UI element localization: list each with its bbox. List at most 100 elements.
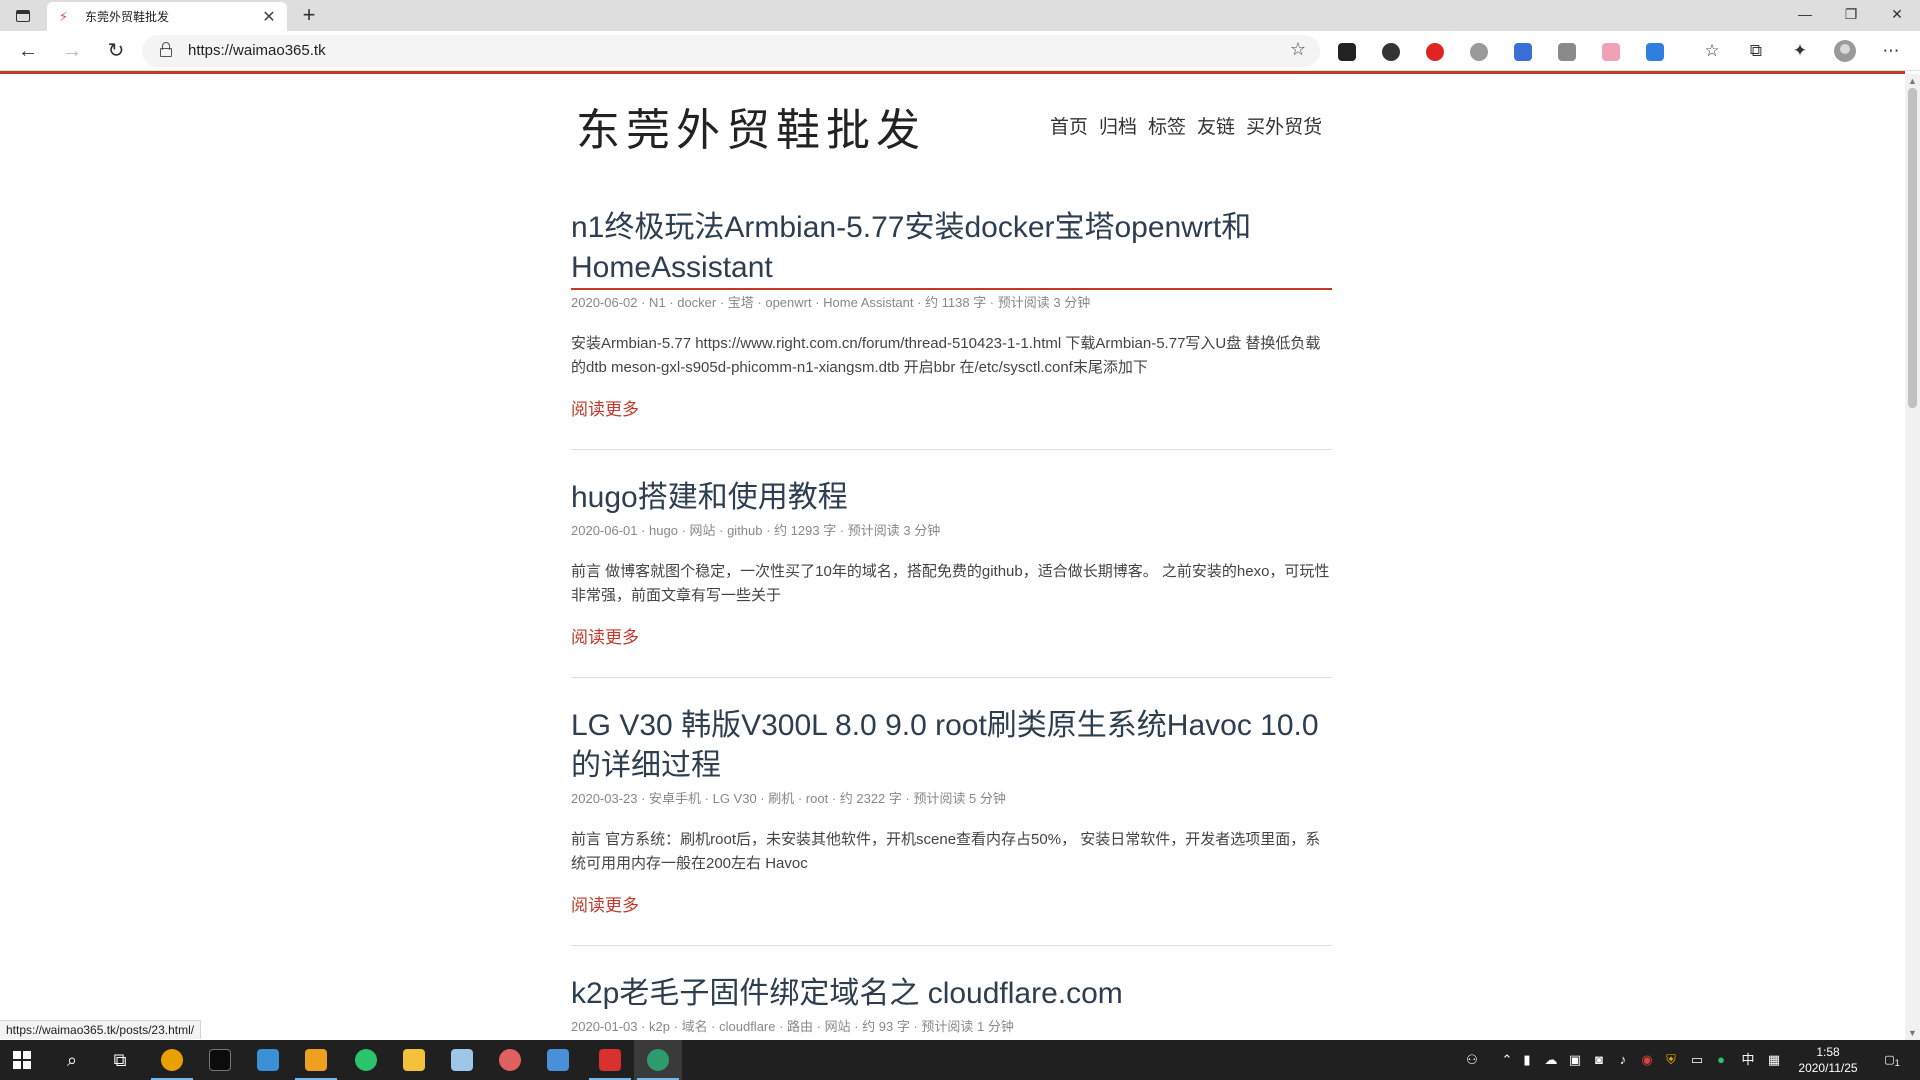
tab-active[interactable]: ⚡ 东莞外贸鞋批发 ✕ — [47, 2, 287, 31]
notepad-app-icon[interactable] — [438, 1040, 486, 1080]
post-divider — [571, 677, 1332, 678]
volume-icon[interactable]: ♪ — [1614, 1040, 1632, 1080]
post-meta: 2020-06-02 · N1 · docker · 宝塔 · openwrt … — [571, 295, 1091, 310]
scroll-up-icon[interactable]: ▲ — [1908, 76, 1917, 86]
forward-button[interactable]: → — [56, 35, 88, 67]
tab-title: 东莞外贸鞋批发 — [85, 10, 170, 24]
read-more-link[interactable]: 阅读更多 — [571, 894, 639, 918]
post-meta: 2020-03-23 · 安卓手机 · LG V30 · 刷机 · root ·… — [571, 791, 1006, 806]
nav-item-shop[interactable]: 买外贸货 — [1246, 112, 1322, 139]
tab-bar: ⚡ 东莞外贸鞋批发 ✕ + — ❐ ✕ — [0, 0, 1920, 31]
minimize-button[interactable]: — — [1782, 0, 1828, 31]
site-favicon-icon: ⚡ — [59, 8, 69, 24]
notification-count: 1 — [1894, 1058, 1900, 1069]
paint-app-icon[interactable] — [486, 1040, 534, 1080]
clock-date: 2020/11/25 — [1798, 1061, 1858, 1075]
new-tab-button[interactable]: + — [296, 3, 322, 29]
post-divider — [571, 449, 1332, 450]
site-nav: 首页 归档 标签 友链 买外贸货 — [1050, 112, 1322, 139]
edge-dev-icon[interactable] — [634, 1040, 682, 1080]
post-item: hugo搭建和使用教程 2020-06-01 · hugo · 网站 · git… — [571, 478, 1332, 678]
nav-item-tags[interactable]: 标签 — [1148, 112, 1186, 139]
post-title[interactable]: n1终极玩法Armbian-5.77安装docker宝塔openwrt和Home… — [571, 208, 1332, 290]
post-title[interactable]: hugo搭建和使用教程 — [571, 478, 1332, 518]
task-view-icon[interactable]: ⧉ — [96, 1040, 144, 1080]
favorites-icon[interactable]: ☆ — [1699, 38, 1725, 64]
onedrive-icon[interactable]: ☁ — [1542, 1040, 1560, 1080]
clock-time: 1:58 — [1816, 1045, 1840, 1059]
wechat-icon[interactable] — [342, 1040, 390, 1080]
post-meta: 2020-06-01 · hugo · 网站 · github · 约 1293… — [571, 523, 941, 538]
post-list: n1终极玩法Armbian-5.77安装docker宝塔openwrt和Home… — [571, 208, 1332, 1036]
page-viewport: 东莞外贸鞋批发 首页 归档 标签 友链 买外贸货 n1终极玩法Armbian-5… — [0, 74, 1905, 1040]
windows-taskbar: ⌕ ⧉ ⚇ ⌃ ▮ ☁ ▣ ◙ ♪ ◉ ⛨ ▭ ● 中 ▦ 1:58 2020/… — [0, 1040, 1920, 1080]
action-center-icon[interactable]: ▢1 — [1878, 1040, 1906, 1080]
ime-mode-icon[interactable]: ▦ — [1764, 1040, 1784, 1080]
address-bar[interactable]: https://waimao365.tk ☆ — [142, 35, 1320, 67]
terminal-app-icon[interactable] — [196, 1040, 244, 1080]
tray-app-icon[interactable]: ▣ — [1566, 1040, 1584, 1080]
tray-bookmark-icon[interactable]: ▮ — [1518, 1040, 1536, 1080]
post-divider — [571, 945, 1332, 946]
post-excerpt: 安装Armbian-5.77 https://www.right.com.cn/… — [571, 335, 1321, 376]
extension-icon-2[interactable] — [1382, 43, 1400, 61]
address-url[interactable]: https://waimao365.tk — [188, 35, 326, 67]
browser-toolbar: ← → ↻ https://waimao365.tk ☆ ☆ ⧉ ✦ ⋯ — [0, 31, 1920, 71]
maximize-button[interactable]: ❐ — [1828, 0, 1874, 31]
page-scrollbar[interactable]: ▲ ▼ — [1905, 74, 1920, 1040]
start-button[interactable] — [13, 1051, 31, 1069]
read-more-link[interactable]: 阅读更多 — [571, 626, 639, 650]
read-more-link[interactable]: 阅读更多 — [571, 398, 639, 422]
scrollbar-thumb[interactable] — [1908, 88, 1917, 408]
nav-item-archive[interactable]: 归档 — [1099, 112, 1137, 139]
refresh-button[interactable]: ↻ — [100, 35, 132, 67]
post-meta: 2020-01-03 · k2p · 域名 · cloudflare · 路由 … — [571, 1019, 1014, 1034]
extension-icon-7[interactable] — [1602, 43, 1620, 61]
tray-cloud-icon[interactable]: ◙ — [1590, 1040, 1608, 1080]
close-window-button[interactable]: ✕ — [1874, 0, 1920, 31]
add-favorite-icon[interactable]: ☆ — [1290, 39, 1306, 60]
tab-close-icon[interactable]: ✕ — [259, 7, 279, 27]
app-icon-blue[interactable] — [534, 1040, 582, 1080]
post-excerpt: 前言 做博客就图个稳定，一次性买了10年的域名，搭配免费的github，适合做长… — [571, 563, 1330, 604]
nav-item-links[interactable]: 友链 — [1197, 112, 1235, 139]
extension-icon-6[interactable] — [1558, 43, 1576, 61]
tray-shield-icon[interactable]: ⛨ — [1662, 1040, 1680, 1080]
chrome-app-icon[interactable] — [148, 1040, 196, 1080]
post-title[interactable]: LG V30 韩版V300L 8.0 9.0 root刷类原生系统Havoc 1… — [571, 706, 1332, 786]
lock-icon[interactable] — [160, 42, 172, 57]
nav-item-home[interactable]: 首页 — [1050, 112, 1088, 139]
post-title[interactable]: k2p老毛子固件绑定域名之 cloudflare.com — [571, 974, 1332, 1014]
ime-indicator[interactable]: 中 — [1738, 1040, 1758, 1080]
tray-red-icon[interactable]: ◉ — [1638, 1040, 1656, 1080]
network-icon[interactable]: ▭ — [1688, 1040, 1706, 1080]
site-title[interactable]: 东莞外贸鞋批发 — [576, 94, 926, 158]
collections-icon[interactable]: ⧉ — [1743, 38, 1769, 64]
post-excerpt: 前言 官方系统：刷机root后，未安装其他软件，开机scene查看内存占50%，… — [571, 831, 1321, 872]
back-button[interactable]: ← — [12, 35, 44, 67]
extensions-icon[interactable]: ✦ — [1787, 38, 1813, 64]
post-item: k2p老毛子固件绑定域名之 cloudflare.com 2020-01-03 … — [571, 974, 1332, 1036]
profile-avatar[interactable] — [1834, 40, 1856, 62]
tray-wechat-icon[interactable]: ● — [1712, 1040, 1730, 1080]
link-status-bar: https://waimao365.tk/posts/23.html/ — [0, 1020, 202, 1039]
app-icon-orange[interactable] — [292, 1040, 340, 1080]
post-item: LG V30 韩版V300L 8.0 9.0 root刷类原生系统Havoc 1… — [571, 706, 1332, 946]
extension-icon-1[interactable] — [1338, 43, 1356, 61]
scroll-down-icon[interactable]: ▼ — [1908, 1028, 1917, 1038]
file-explorer-icon[interactable] — [390, 1040, 438, 1080]
search-icon[interactable]: ⌕ — [48, 1040, 96, 1080]
extension-icon-3[interactable] — [1426, 43, 1444, 61]
app-icon-red[interactable] — [586, 1040, 634, 1080]
system-clock[interactable]: 1:58 2020/11/25 — [1788, 1044, 1868, 1076]
extension-icon-8[interactable] — [1646, 43, 1664, 61]
translate-icon[interactable] — [1514, 43, 1532, 61]
extension-icon-4[interactable] — [1470, 43, 1488, 61]
browser-window: ⚡ 东莞外贸鞋批发 ✕ + — ❐ ✕ ← → ↻ https://waimao… — [0, 0, 1920, 1080]
remote-desktop-icon[interactable] — [244, 1040, 292, 1080]
tray-overflow-icon[interactable]: ⌃ — [1498, 1040, 1516, 1080]
more-menu-icon[interactable]: ⋯ — [1878, 38, 1904, 64]
tab-actions-icon[interactable] — [10, 6, 36, 26]
people-icon[interactable]: ⚇ — [1460, 1040, 1484, 1080]
post-item: n1终极玩法Armbian-5.77安装docker宝塔openwrt和Home… — [571, 208, 1332, 450]
